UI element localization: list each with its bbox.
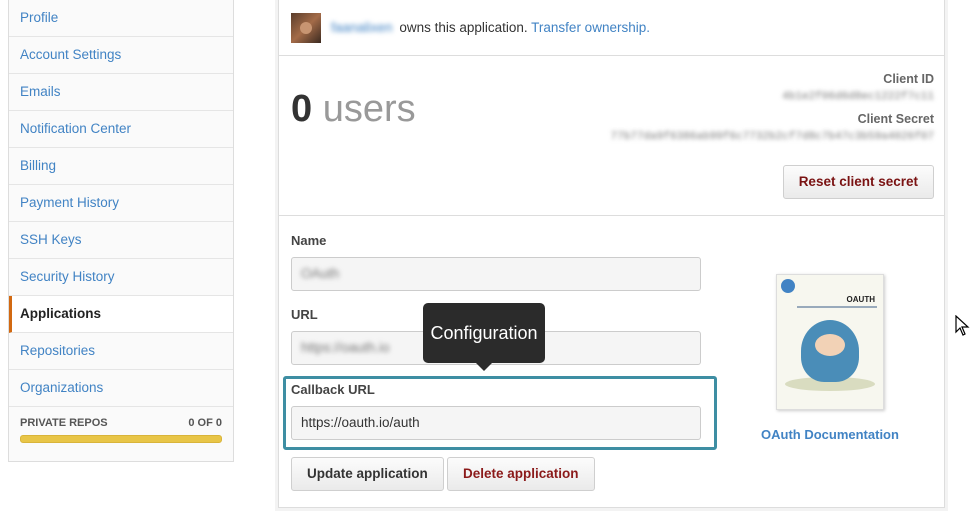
mouse-cursor-icon xyxy=(955,315,970,336)
name-label: Name xyxy=(291,233,327,248)
url-label: URL xyxy=(291,307,318,322)
sidebar-item-repositories[interactable]: Repositories xyxy=(9,333,233,370)
private-repos-count: 0 OF 0 xyxy=(188,417,222,429)
callback-url-field[interactable]: https://oauth.io/auth xyxy=(291,406,701,440)
client-credentials: Client ID 4b1e2f06d6d8ec1222f7c11 Client… xyxy=(611,72,934,152)
oauth-book-cover[interactable]: OAUTH xyxy=(776,274,884,410)
transfer-ownership-link[interactable]: Transfer ownership. xyxy=(531,20,650,35)
name-field-value: OAuth xyxy=(301,266,340,281)
users-count-number: 0 xyxy=(291,88,313,130)
reset-client-secret-button[interactable]: Reset client secret xyxy=(782,165,934,199)
application-panel: faanalixen owns this application. Transf… xyxy=(278,0,945,508)
oauth-documentation-link[interactable]: OAuth Documentation xyxy=(761,427,899,442)
configuration-tooltip: Configuration xyxy=(423,303,545,371)
sidebar-item-ssh-keys[interactable]: SSH Keys xyxy=(9,222,233,259)
private-repos-label: PRIVATE REPOS xyxy=(20,417,108,429)
sidebar-item-notification-center[interactable]: Notification Center xyxy=(9,111,233,148)
client-secret-label: Client Secret xyxy=(857,112,934,126)
sidebar-item-applications[interactable]: Applications xyxy=(9,296,233,333)
settings-sidebar: Profile Account Settings Emails Notificatio… xyxy=(8,0,234,462)
client-id-label: Client ID xyxy=(883,72,934,86)
book-logo-icon xyxy=(781,279,795,293)
name-field[interactable]: OAuth xyxy=(291,257,701,291)
sidebar-item-organizations[interactable]: Organizations xyxy=(9,370,233,407)
octocat-icon xyxy=(801,320,859,382)
owner-text: owns this application. xyxy=(399,20,528,35)
callback-url-value: https://oauth.io/auth xyxy=(301,415,420,430)
stats-row: 0 users Client ID 4b1e2f06d6d8ec1222f7c1… xyxy=(279,56,944,216)
callback-url-label: Callback URL xyxy=(291,382,375,397)
application-form: Name OAuth URL https://oauth.io Callback… xyxy=(279,216,944,506)
client-id-value: 4b1e2f06d6d8ec1222f7c11 xyxy=(782,91,934,103)
sidebar-item-profile[interactable]: Profile xyxy=(9,0,233,37)
url-field-value: https://oauth.io xyxy=(301,340,390,355)
users-count: 0 users xyxy=(291,88,416,131)
sidebar-item-emails[interactable]: Emails xyxy=(9,74,233,111)
owner-row: faanalixen owns this application. Transf… xyxy=(279,0,944,56)
delete-application-button[interactable]: Delete application xyxy=(447,457,595,491)
client-secret-value: 77b77da9f6386ab99f6c7732b2cf7d8c7b47c3b5… xyxy=(610,131,934,143)
users-count-unit: users xyxy=(322,88,416,130)
sidebar-item-payment-history[interactable]: Payment History xyxy=(9,185,233,222)
avatar[interactable] xyxy=(291,13,321,43)
sidebar-item-billing[interactable]: Billing xyxy=(9,148,233,185)
private-repos-panel: PRIVATE REPOS 0 OF 0 xyxy=(9,407,233,457)
book-title: OAUTH xyxy=(846,295,875,304)
update-application-button[interactable]: Update application xyxy=(291,457,444,491)
private-repos-progress-bar xyxy=(20,435,222,443)
owner-username-link[interactable]: faanalixen xyxy=(331,20,393,35)
sidebar-item-account-settings[interactable]: Account Settings xyxy=(9,37,233,74)
sidebar-item-security-history[interactable]: Security History xyxy=(9,259,233,296)
